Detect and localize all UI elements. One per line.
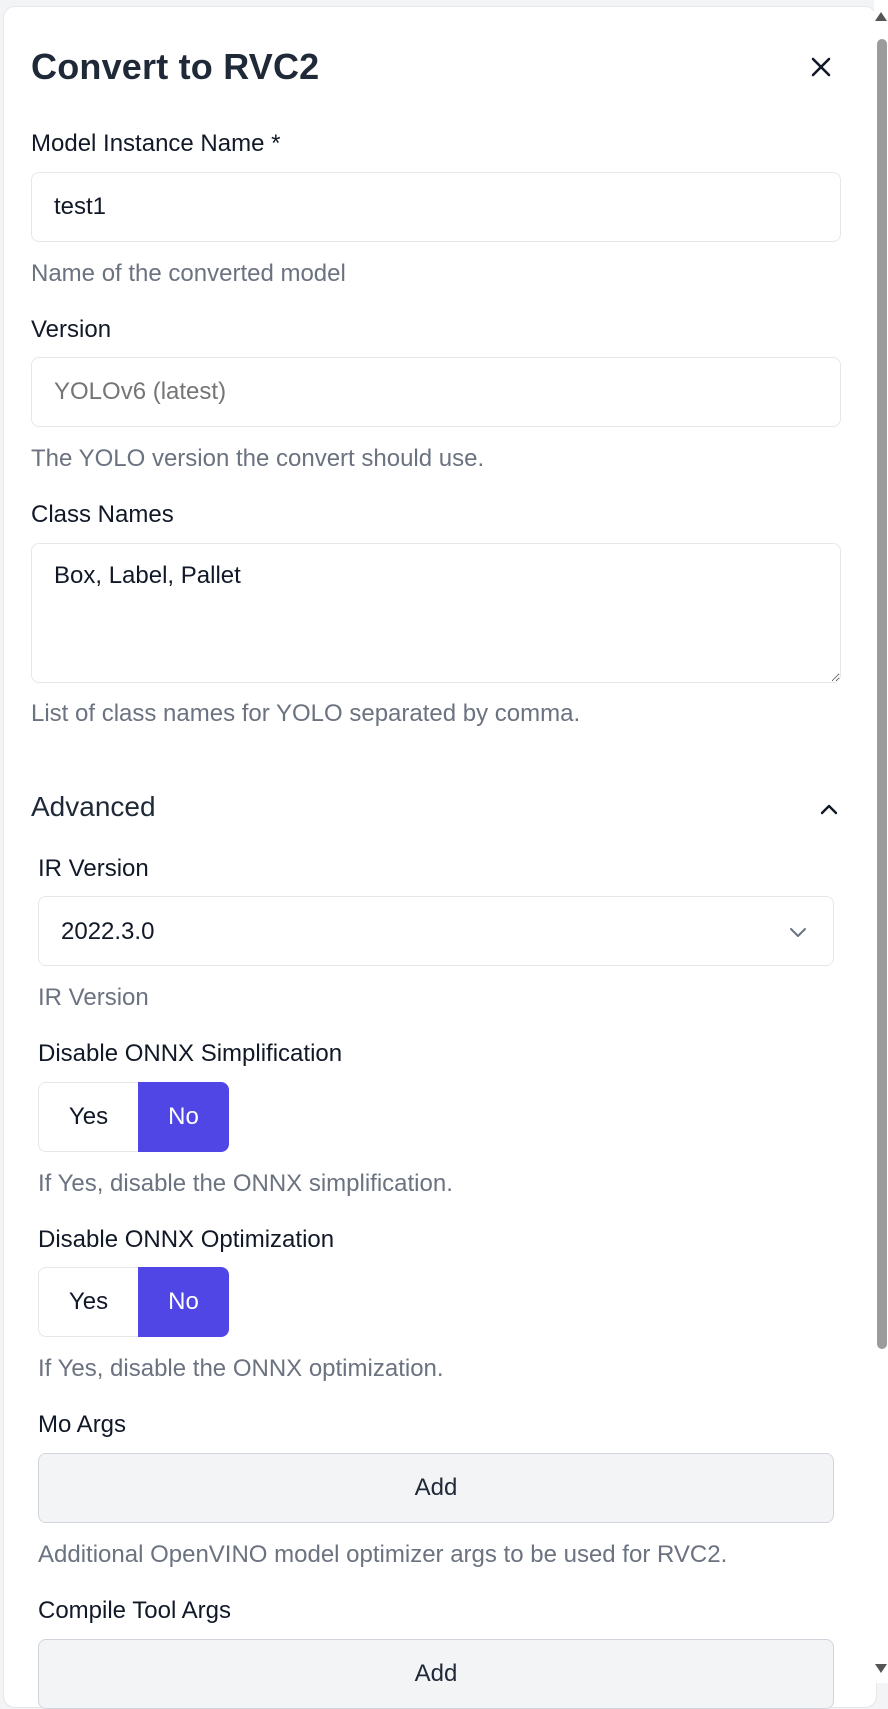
- disable-onnx-optimization-help: If Yes, disable the ONNX optimization.: [38, 1355, 444, 1382]
- mo-args-add-button[interactable]: Add: [38, 1453, 834, 1523]
- model-instance-name-help: Name of the converted model: [31, 260, 346, 287]
- version-label: Version: [31, 316, 112, 343]
- scroll-down-arrow-icon[interactable]: [875, 1664, 887, 1673]
- close-icon: [811, 57, 831, 77]
- compile-tool-args-label: Compile Tool Args: [38, 1597, 231, 1624]
- disable-onnx-optimization-toggle: Yes No: [38, 1267, 229, 1337]
- dialog-title: Convert to RVC2: [31, 46, 320, 87]
- class-names-label: Class Names: [31, 501, 174, 528]
- class-names-help: List of class names for YOLO separated b…: [31, 700, 581, 727]
- scrollbar-thumb[interactable]: [877, 39, 887, 1349]
- chevron-down-icon: [790, 928, 806, 937]
- model-instance-name-label: Model Instance Name *: [31, 130, 281, 157]
- scroll-up-arrow-icon[interactable]: [875, 12, 887, 21]
- disable-onnx-simplification-help: If Yes, disable the ONNX simplification.: [38, 1170, 453, 1197]
- mo-args-help: Additional OpenVINO model optimizer args…: [38, 1541, 728, 1568]
- class-names-textarea[interactable]: Box, Label, Pallet: [31, 543, 841, 683]
- ir-version-label: IR Version: [38, 855, 149, 882]
- disable-onnx-simplification-yes-button[interactable]: Yes: [38, 1082, 138, 1152]
- compile-tool-args-add-button[interactable]: Add: [38, 1639, 834, 1709]
- disable-onnx-simplification-toggle: Yes No: [38, 1082, 229, 1152]
- chevron-up-icon: [820, 804, 838, 815]
- disable-onnx-optimization-no-button[interactable]: No: [138, 1267, 229, 1337]
- version-input[interactable]: [31, 357, 841, 427]
- advanced-collapse-button[interactable]: [818, 798, 840, 820]
- close-button[interactable]: [808, 54, 834, 80]
- disable-onnx-optimization-yes-button[interactable]: Yes: [38, 1267, 138, 1337]
- ir-version-help: IR Version: [38, 984, 149, 1011]
- ir-version-value: 2022.3.0: [61, 918, 155, 945]
- advanced-section-toggle[interactable]: Advanced: [31, 791, 156, 823]
- ir-version-select[interactable]: 2022.3.0: [38, 896, 834, 966]
- disable-onnx-optimization-label: Disable ONNX Optimization: [38, 1226, 335, 1253]
- mo-args-label: Mo Args: [38, 1411, 127, 1438]
- model-instance-name-input[interactable]: [31, 172, 841, 242]
- disable-onnx-simplification-label: Disable ONNX Simplification: [38, 1040, 343, 1067]
- version-help: The YOLO version the convert should use.: [31, 445, 485, 472]
- disable-onnx-simplification-no-button[interactable]: No: [138, 1082, 229, 1152]
